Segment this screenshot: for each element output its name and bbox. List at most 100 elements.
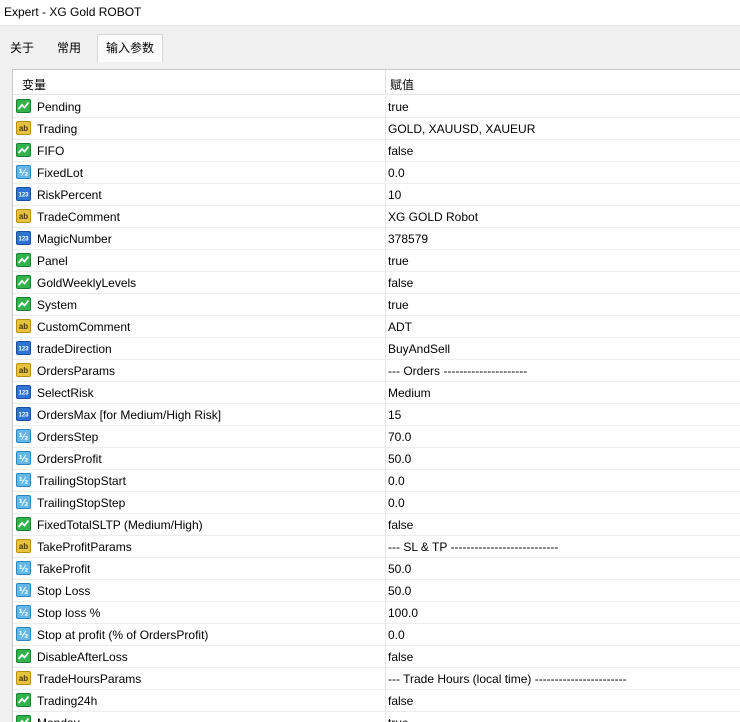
table-row[interactable]: ½Stop loss %100.0	[13, 602, 740, 624]
svg-text:ab: ab	[19, 124, 28, 133]
column-header-value[interactable]: 赋值	[390, 76, 414, 93]
param-value[interactable]: 50.0	[388, 452, 411, 466]
double-param-icon: ½	[16, 451, 31, 465]
string-param-icon: ab	[16, 539, 31, 553]
param-name: FixedTotalSLTP (Medium/High)	[37, 518, 203, 532]
svg-text:½: ½	[19, 168, 28, 179]
param-value[interactable]: 50.0	[388, 562, 411, 576]
column-divider	[385, 514, 386, 535]
string-param-icon: ab	[16, 671, 31, 685]
table-row[interactable]: DisableAfterLossfalse	[13, 646, 740, 668]
column-header-variable[interactable]: 变量	[22, 76, 46, 93]
column-divider	[385, 690, 386, 711]
tab-common[interactable]: 常用	[49, 36, 89, 60]
window-titlebar: Expert - XG Gold ROBOT	[0, 0, 740, 26]
column-divider	[385, 338, 386, 359]
string-param-icon: ab	[16, 319, 31, 333]
table-row[interactable]: ½TrailingStopStep0.0	[13, 492, 740, 514]
tab-inputs[interactable]: 输入参数	[97, 34, 163, 62]
column-divider	[385, 294, 386, 315]
param-value[interactable]: 10	[388, 188, 401, 202]
param-value[interactable]: 0.0	[388, 496, 405, 510]
table-row[interactable]: FixedTotalSLTP (Medium/High) false	[13, 514, 740, 536]
svg-text:ab: ab	[19, 366, 28, 375]
param-value[interactable]: 70.0	[388, 430, 411, 444]
param-value[interactable]: false	[388, 694, 413, 708]
param-value[interactable]: 50.0	[388, 584, 411, 598]
int-param-icon: 123	[16, 385, 31, 399]
param-value[interactable]: true	[388, 298, 409, 312]
table-row[interactable]: FIFOfalse	[13, 140, 740, 162]
table-row[interactable]: GoldWeeklyLevelsfalse	[13, 272, 740, 294]
table-row[interactable]: ½FixedLot0.0	[13, 162, 740, 184]
table-row[interactable]: ½TakeProfit50.0	[13, 558, 740, 580]
column-divider	[385, 162, 386, 183]
param-value[interactable]: true	[388, 254, 409, 268]
param-value[interactable]: BuyAndSell	[388, 342, 450, 356]
table-row[interactable]: abTradingGOLD, XAUUSD, XAUEUR	[13, 118, 740, 140]
table-row[interactable]: Trading24h false	[13, 690, 740, 712]
table-row[interactable]: 123tradeDirectionBuyAndSell	[13, 338, 740, 360]
param-value[interactable]: GOLD, XAUUSD, XAUEUR	[388, 122, 535, 136]
param-name: OrdersProfit	[37, 452, 102, 466]
param-value[interactable]: 15	[388, 408, 401, 422]
table-row[interactable]: 123MagicNumber378579	[13, 228, 740, 250]
param-value[interactable]: true	[388, 716, 409, 722]
svg-text:½: ½	[19, 586, 28, 597]
column-divider	[385, 360, 386, 381]
param-value[interactable]: false	[388, 276, 413, 290]
param-value[interactable]: true	[388, 100, 409, 114]
table-row[interactable]: abOrdersParams--- Orders ---------------…	[13, 360, 740, 382]
table-row[interactable]: Pending true	[13, 96, 740, 118]
table-row[interactable]: ½Stop at profit (% of OrdersProfit)0.0	[13, 624, 740, 646]
svg-text:ab: ab	[19, 212, 28, 221]
table-row[interactable]: ½OrdersStep70.0	[13, 426, 740, 448]
param-value[interactable]: 0.0	[388, 166, 405, 180]
string-param-icon: ab	[16, 121, 31, 135]
table-row[interactable]: ½Stop Loss50.0	[13, 580, 740, 602]
column-divider	[385, 536, 386, 557]
param-value[interactable]: 100.0	[388, 606, 418, 620]
table-row[interactable]: abTakeProfitParams--- SL & TP ----------…	[13, 536, 740, 558]
param-value[interactable]: 0.0	[388, 628, 405, 642]
column-divider	[385, 426, 386, 447]
double-param-icon: ½	[16, 561, 31, 575]
param-name: Pending	[37, 100, 81, 114]
int-param-icon: 123	[16, 231, 31, 245]
table-row[interactable]: ½TrailingStopStart0.0	[13, 470, 740, 492]
table-row[interactable]: System true	[13, 294, 740, 316]
param-value[interactable]: --- Orders ---------------------	[388, 364, 527, 378]
param-name: System	[37, 298, 77, 312]
param-name: OrdersStep	[37, 430, 98, 444]
tab-about[interactable]: 关于	[2, 36, 42, 60]
table-row[interactable]: 123RiskPercent10	[13, 184, 740, 206]
param-value[interactable]: false	[388, 650, 413, 664]
param-value[interactable]: 378579	[388, 232, 428, 246]
svg-text:123: 123	[18, 237, 29, 243]
param-value[interactable]: false	[388, 144, 413, 158]
column-divider[interactable]	[385, 70, 386, 94]
column-divider	[385, 624, 386, 645]
double-param-icon: ½	[16, 495, 31, 509]
table-row[interactable]: ab CustomComment ADT	[13, 316, 740, 338]
param-value[interactable]: ADT	[388, 320, 412, 334]
column-divider	[385, 184, 386, 205]
table-row[interactable]: ½ OrdersProfit 50.0	[13, 448, 740, 470]
table-row[interactable]: 123SelectRiskMedium	[13, 382, 740, 404]
param-value[interactable]: --- Trade Hours (local time) -----------…	[388, 672, 627, 686]
table-row[interactable]: Panel true	[13, 250, 740, 272]
param-name: CustomComment	[37, 320, 130, 334]
table-row[interactable]: 123OrdersMax [for Medium/High Risk]15	[13, 404, 740, 426]
param-value[interactable]: --- SL & TP ---------------------------	[388, 540, 558, 554]
param-value[interactable]: false	[388, 518, 413, 532]
table-row[interactable]: abTradeCommentXG GOLD Robot	[13, 206, 740, 228]
param-value[interactable]: 0.0	[388, 474, 405, 488]
param-name: Panel	[37, 254, 68, 268]
table-row[interactable]: abTradeHoursParams--- Trade Hours (local…	[13, 668, 740, 690]
param-name: RiskPercent	[37, 188, 102, 202]
param-name: Trading24h	[37, 694, 97, 708]
param-value[interactable]: Medium	[388, 386, 431, 400]
bool-param-icon	[16, 99, 31, 113]
bool-param-icon	[16, 693, 31, 707]
param-value[interactable]: XG GOLD Robot	[388, 210, 478, 224]
